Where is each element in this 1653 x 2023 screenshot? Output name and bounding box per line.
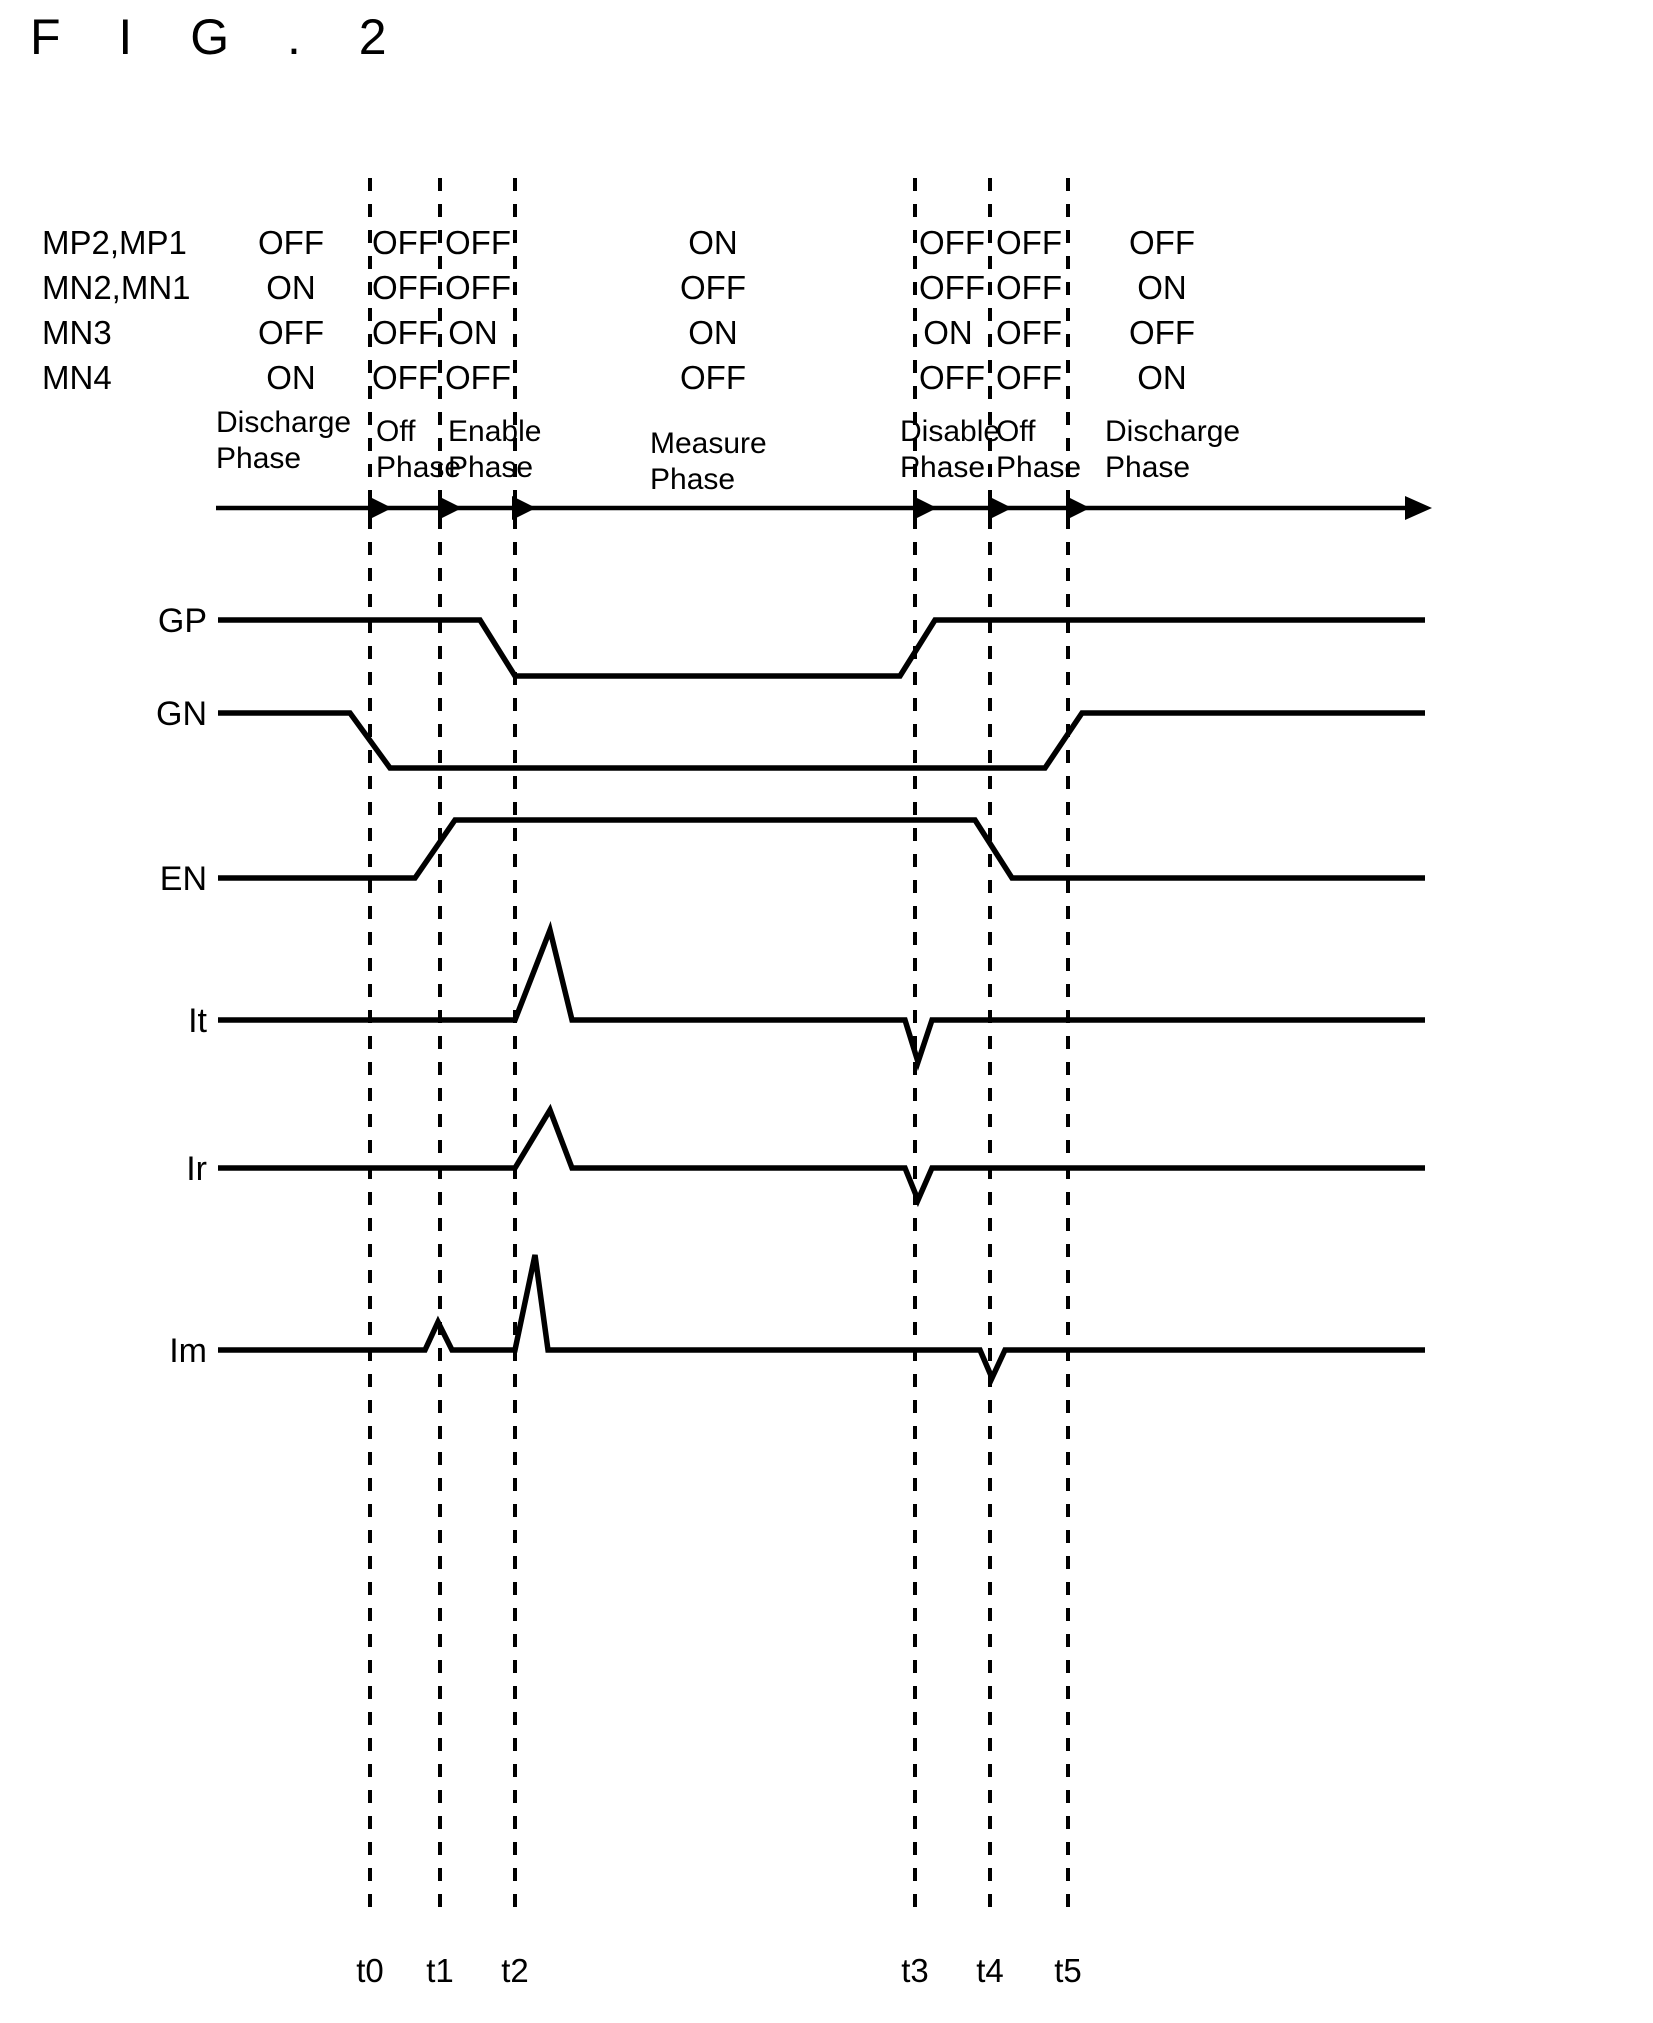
row-label: MP2,MP1: [42, 224, 187, 261]
state-cell: ON: [923, 314, 973, 351]
phase-label-line1: Measure: [650, 427, 767, 460]
state-cell: OFF: [996, 269, 1062, 306]
state-cell: OFF: [919, 269, 985, 306]
phase-label-discharge-1: Discharge Phase: [216, 406, 351, 475]
time-marker-t5: t5: [1054, 1952, 1082, 1989]
table-row: MN4 ON OFF OFF OFF OFF OFF ON: [42, 359, 1187, 396]
signal-label-ir: Ir: [186, 1150, 207, 1188]
waveform-gn: [218, 710, 1425, 771]
state-cell: OFF: [258, 314, 324, 351]
state-cell: OFF: [919, 359, 985, 396]
signal-label-it: It: [188, 1002, 207, 1040]
state-cell: ON: [266, 359, 316, 396]
phase-label-line1: Discharge: [216, 406, 351, 439]
state-cell: OFF: [372, 224, 438, 261]
state-cell: ON: [688, 314, 738, 351]
waveform-ir: [218, 1103, 1425, 1208]
state-cell: OFF: [996, 224, 1062, 261]
timing-diagram: MP2,MP1 OFF OFF OFF ON OFF OFF OFF MN2,M…: [42, 178, 1432, 1989]
state-cell: OFF: [445, 269, 511, 306]
phase-label-line1: Off: [376, 415, 416, 448]
state-cell: OFF: [996, 359, 1062, 396]
phase-label-discharge-2: Discharge Phase: [1105, 415, 1240, 484]
waveform-gp: [218, 617, 1425, 679]
state-cell: OFF: [680, 359, 746, 396]
waveform-it: [218, 920, 1425, 1071]
state-cell: OFF: [445, 224, 511, 261]
state-cell: OFF: [372, 314, 438, 351]
time-marker-t0: t0: [356, 1952, 384, 1989]
state-cell: OFF: [372, 269, 438, 306]
phase-label-line2: Phase: [650, 463, 735, 496]
phase-label-line2: Phase: [448, 451, 533, 484]
signal-label-gp: GP: [158, 602, 207, 640]
phase-label-line2: Phase: [1105, 451, 1190, 484]
state-cell: OFF: [1129, 224, 1195, 261]
state-cell: OFF: [1129, 314, 1195, 351]
state-cell: ON: [448, 314, 498, 351]
state-table: MP2,MP1 OFF OFF OFF ON OFF OFF OFF MN2,M…: [42, 224, 1195, 396]
state-cell: OFF: [445, 359, 511, 396]
state-cell: OFF: [996, 314, 1062, 351]
table-row: MN2,MN1 ON OFF OFF OFF OFF OFF ON: [42, 269, 1187, 306]
time-marker-t1: t1: [426, 1952, 454, 1989]
row-label: MN4: [42, 359, 112, 396]
table-row: MN3 OFF OFF ON ON ON OFF OFF: [42, 314, 1195, 351]
signal-label-en: EN: [160, 860, 207, 898]
phase-arrow-timeline: [216, 496, 1432, 520]
time-marker-t3: t3: [901, 1952, 929, 1989]
phase-label-line1: Disable: [900, 415, 1000, 448]
phase-label-line2: Phase: [216, 442, 301, 475]
waveforms: [218, 617, 1425, 1385]
state-cell: ON: [1137, 359, 1187, 396]
phase-label-measure: Measure Phase: [650, 427, 767, 496]
row-label: MN2,MN1: [42, 269, 191, 306]
waveform-im: [218, 1254, 1425, 1385]
state-cell: OFF: [372, 359, 438, 396]
signal-label-im: Im: [169, 1332, 207, 1370]
phase-label-line2: Phase: [996, 451, 1081, 484]
time-marker-t4: t4: [976, 1952, 1004, 1989]
phase-label-line1: Off: [996, 415, 1036, 448]
signal-labels: GP GN EN It Ir Im: [156, 602, 208, 1370]
row-label: MN3: [42, 314, 112, 351]
time-marker-t2: t2: [501, 1952, 529, 1989]
state-cell: OFF: [258, 224, 324, 261]
table-row: MP2,MP1 OFF OFF OFF ON OFF OFF OFF: [42, 224, 1195, 261]
signal-label-gn: GN: [156, 695, 207, 733]
phase-label-line1: Discharge: [1105, 415, 1240, 448]
waveform-en: [218, 817, 1425, 881]
phase-label-line1: Enable: [448, 415, 541, 448]
phase-label-line2: Phase: [900, 451, 985, 484]
state-cell: OFF: [680, 269, 746, 306]
phase-label-enable: Enable Phase: [448, 415, 541, 484]
state-cell: ON: [688, 224, 738, 261]
state-cell: ON: [266, 269, 316, 306]
state-cell: ON: [1137, 269, 1187, 306]
time-markers: t0 t1 t2 t3 t4 t5: [356, 1952, 1082, 1989]
state-cell: OFF: [919, 224, 985, 261]
arrow-head-icon: [1405, 496, 1432, 520]
